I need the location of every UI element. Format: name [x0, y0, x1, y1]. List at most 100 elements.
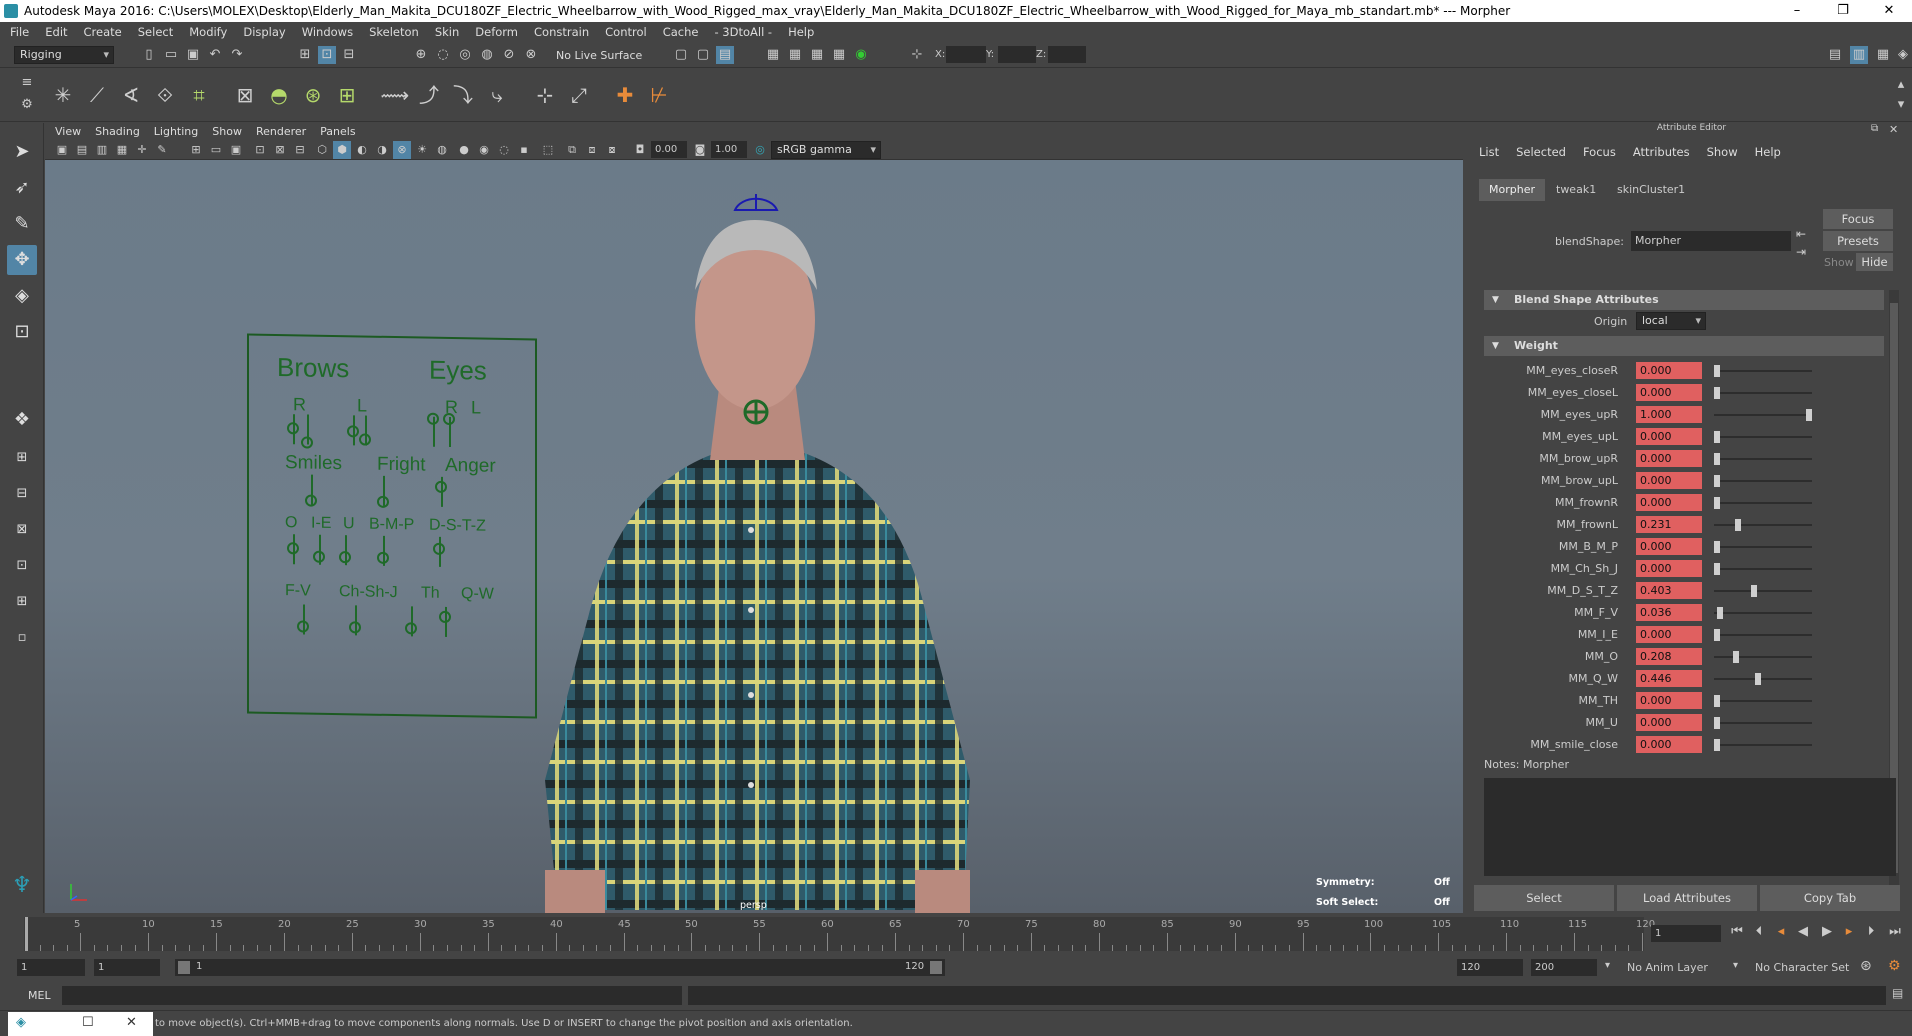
snap-view-icon[interactable]: ◍: [478, 46, 496, 64]
new-scene-icon[interactable]: ▯: [140, 46, 158, 64]
snap-surface-icon[interactable]: ⊘: [500, 46, 518, 64]
shelf-scroll-down-icon[interactable]: ▾: [1892, 96, 1910, 114]
undo-icon[interactable]: ↶: [206, 46, 224, 64]
locator-icon[interactable]: ✚: [610, 80, 640, 110]
weight-value-field[interactable]: 0.000: [1636, 362, 1702, 379]
bind-skin-icon[interactable]: ⌗: [184, 80, 214, 110]
vp-menu-view[interactable]: View: [55, 125, 81, 138]
character-model[interactable]: [495, 180, 1015, 913]
select-hierarchy-icon[interactable]: ⊞: [296, 46, 314, 64]
film-gate-icon[interactable]: ▭: [207, 141, 225, 159]
lasso-tool-icon[interactable]: ➶: [7, 173, 37, 203]
move-tool-icon[interactable]: ✥: [7, 245, 37, 275]
insert-joint-icon[interactable]: ⟐: [150, 80, 180, 110]
menu-help[interactable]: Help: [788, 25, 814, 39]
picker-knob[interactable]: [427, 412, 439, 425]
timeline-ruler[interactable]: 5 10 15 20 25 30 35 40 45 50 55 60 65 70 75 80 85 90 95 100…: [24, 917, 1655, 951]
grease-pencil-icon[interactable]: ✎: [153, 141, 171, 159]
menu-skin[interactable]: Skin: [435, 25, 459, 39]
auto-key-icon[interactable]: ⊛: [1860, 958, 1872, 974]
blend-shape-icon[interactable]: ⊞: [332, 80, 362, 110]
sidebar-toggle-icon[interactable]: ▤: [1826, 46, 1844, 64]
bookmark-icon[interactable]: ▥: [93, 141, 111, 159]
mel-label[interactable]: MEL: [28, 989, 51, 1002]
weight-slider-track[interactable]: [1714, 524, 1812, 526]
picker-knob[interactable]: [287, 542, 299, 555]
taskbar-thumbnail[interactable]: ◈ ☐ ✕: [8, 1012, 153, 1036]
weight-value-field[interactable]: 0.000: [1636, 538, 1702, 555]
picker-knob[interactable]: [433, 542, 445, 555]
anim-layer-label[interactable]: No Anim Layer: [1627, 961, 1708, 974]
anti-aliasing-icon[interactable]: ◉: [475, 141, 493, 159]
wireframe-on-shaded-icon[interactable]: ◐: [353, 141, 371, 159]
weight-slider-thumb[interactable]: [1735, 519, 1741, 531]
picker-knob[interactable]: [301, 436, 313, 449]
weight-value-field[interactable]: 0.000: [1636, 692, 1702, 709]
rotate-tool-icon[interactable]: ◈: [7, 281, 37, 311]
image-plane-icon[interactable]: ▦: [113, 141, 131, 159]
paint-select-tool-icon[interactable]: ✎: [7, 209, 37, 239]
current-frame-field[interactable]: 1: [1651, 925, 1721, 942]
weight-section[interactable]: Weight: [1484, 336, 1884, 356]
vp-menu-lighting[interactable]: Lighting: [154, 125, 198, 138]
picker-knob[interactable]: [443, 412, 455, 426]
notes-textarea[interactable]: [1484, 778, 1896, 876]
character-set-chevron-icon[interactable]: ▾: [1733, 960, 1738, 971]
ae-menu-focus[interactable]: Focus: [1583, 145, 1616, 159]
weight-slider-track[interactable]: [1714, 392, 1812, 394]
weight-slider-track[interactable]: [1714, 744, 1812, 746]
ae-menu-show[interactable]: Show: [1707, 145, 1738, 159]
go-to-start-icon[interactable]: ⏮: [1728, 923, 1746, 941]
weight-slider-thumb[interactable]: [1806, 409, 1812, 421]
restore-icon[interactable]: ☐: [82, 1015, 94, 1030]
render-settings-icon[interactable]: ▦: [830, 46, 848, 64]
snap-live-icon[interactable]: ⊗: [522, 46, 540, 64]
play-backward-icon[interactable]: ◀: [1794, 923, 1812, 941]
weight-slider-track[interactable]: [1714, 700, 1812, 702]
picker-knob[interactable]: [339, 551, 351, 564]
weight-value-field[interactable]: 0.000: [1636, 626, 1702, 643]
menu-constrain[interactable]: Constrain: [534, 25, 589, 39]
select-component-icon[interactable]: ⊟: [340, 46, 358, 64]
hide-button[interactable]: Hide: [1856, 253, 1893, 271]
shelf-settings-icon[interactable]: ⚙: [18, 96, 36, 114]
hypershade-icon[interactable]: ◉: [852, 46, 870, 64]
snap-grid-icon[interactable]: ⊕: [412, 46, 430, 64]
weight-slider-thumb[interactable]: [1755, 673, 1761, 685]
gamma-field[interactable]: 1.00: [711, 141, 747, 158]
field-chart-icon[interactable]: ⊠: [271, 141, 289, 159]
weight-slider-thumb[interactable]: [1714, 717, 1720, 729]
weight-slider-track[interactable]: [1714, 458, 1812, 460]
playback-start-field[interactable]: 1: [94, 959, 160, 976]
transform-constraints-icon[interactable]: ⊹: [908, 46, 926, 64]
gate-mask-icon[interactable]: ⊡: [251, 141, 269, 159]
input-ops-icon[interactable]: ▢: [672, 46, 690, 64]
weight-value-field[interactable]: 1.000: [1636, 406, 1702, 423]
tab-tweak1[interactable]: tweak1: [1546, 179, 1606, 201]
attribute-editor-toggle-icon[interactable]: ▥: [1850, 46, 1868, 64]
step-forward-frame-icon[interactable]: ▸: [1840, 923, 1858, 941]
picker-knob[interactable]: [377, 495, 389, 508]
range-slider[interactable]: [175, 959, 945, 976]
ae-menu-selected[interactable]: Selected: [1516, 145, 1566, 159]
animation-start-field[interactable]: 1: [17, 959, 85, 976]
motion-blur-icon[interactable]: ●: [455, 141, 473, 159]
weight-value-field[interactable]: 0.231: [1636, 516, 1702, 533]
2d-pan-zoom-icon[interactable]: ✛: [133, 141, 151, 159]
go-to-end-icon[interactable]: ⏭: [1886, 923, 1904, 941]
picker-knob[interactable]: [287, 422, 299, 435]
hud-icon[interactable]: ⧇: [603, 141, 621, 159]
menuset-dropdown[interactable]: Rigging: [14, 46, 114, 64]
weight-slider-track[interactable]: [1714, 634, 1812, 636]
show-button[interactable]: Show: [1824, 256, 1854, 269]
picker-knob[interactable]: [439, 610, 451, 624]
minimize-button[interactable]: –: [1774, 0, 1820, 22]
weight-value-field[interactable]: 0.446: [1636, 670, 1702, 687]
snap-curve-icon[interactable]: ◌: [434, 46, 452, 64]
animation-prefs-icon[interactable]: ⚙: [1888, 958, 1901, 974]
tab-skincluster1[interactable]: skinCluster1: [1607, 179, 1695, 201]
weight-slider-thumb[interactable]: [1714, 431, 1720, 443]
output-connections-icon[interactable]: ⇥: [1796, 245, 1806, 259]
weight-value-field[interactable]: 0.000: [1636, 714, 1702, 731]
blend-shape-attributes-section[interactable]: Blend Shape Attributes: [1484, 290, 1884, 310]
